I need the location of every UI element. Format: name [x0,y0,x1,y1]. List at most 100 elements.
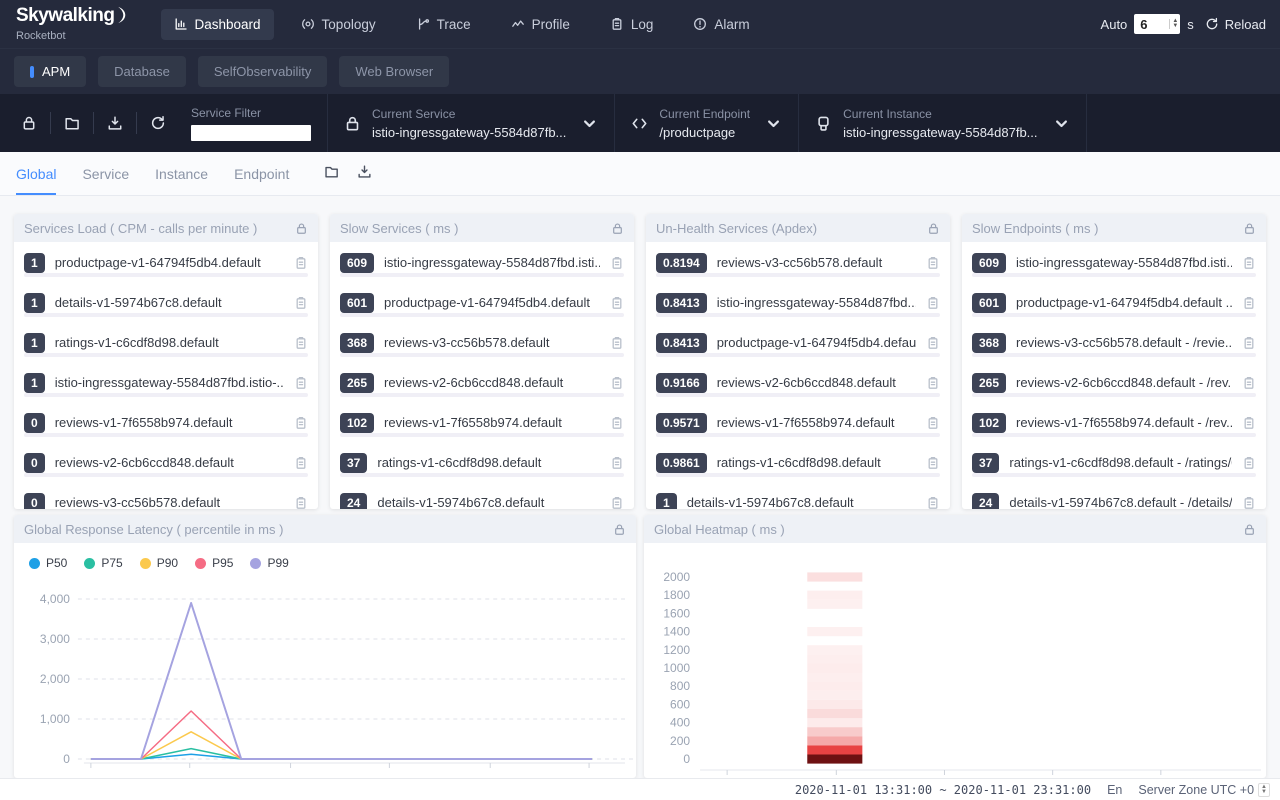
copy-icon[interactable] [294,296,308,310]
download-icon[interactable] [94,115,136,131]
list-item[interactable]: 609istio-ingressgateway-5584d87fbd.isti.… [340,242,624,282]
copy-icon[interactable] [926,296,940,310]
selector-current-endpoint[interactable]: Current Endpoint/productpage [615,107,798,140]
list-item[interactable]: 0reviews-v3-cc56b578.default [24,482,308,509]
legend-p75[interactable]: P75 [84,556,122,570]
list-item[interactable]: 0.9166reviews-v2-6cb6ccd848.default [656,362,940,402]
list-item[interactable]: 102reviews-v1-7f6558b974.default [340,402,624,442]
list-item[interactable]: 601productpage-v1-64794f5db4.default [340,282,624,322]
copy-icon[interactable] [610,296,624,310]
list-item[interactable]: 1istio-ingressgateway-5584d87fbd.istio-.… [24,362,308,402]
list-item[interactable]: 265reviews-v2-6cb6ccd848.default - /rev.… [972,362,1256,402]
nav-item-topology[interactable]: Topology [288,9,389,40]
copy-icon[interactable] [1242,416,1256,430]
list-item[interactable]: 0.8413productpage-v1-64794f5db4.default [656,322,940,362]
copy-icon[interactable] [294,496,308,510]
copy-icon[interactable] [1242,336,1256,350]
copy-icon[interactable] [1242,296,1256,310]
list-item[interactable]: 0.8413istio-ingressgateway-5584d87fbd...… [656,282,940,322]
list-item[interactable]: 601productpage-v1-64794f5db4.default ... [972,282,1256,322]
list-item[interactable]: 368reviews-v3-cc56b578.default - /revie.… [972,322,1256,362]
copy-icon[interactable] [610,496,624,510]
selector-current-instance[interactable]: Current Instanceistio-ingressgateway-558… [799,107,1085,140]
list-item[interactable]: 1productpage-v1-64794f5db4.default [24,242,308,282]
latency-line-chart[interactable]: 01,0002,0003,0004,000 [14,573,636,773]
copy-icon[interactable] [610,336,624,350]
tab-endpoint[interactable]: Endpoint [234,152,289,195]
list-item[interactable]: 368reviews-v3-cc56b578.default [340,322,624,362]
nav-item-dashboard[interactable]: Dashboard [161,9,274,40]
copy-icon[interactable] [294,376,308,390]
reload-button[interactable]: Reload [1205,17,1266,32]
module-tab-apm[interactable]: APM [14,56,86,87]
legend-p50[interactable]: P50 [29,556,67,570]
list-item[interactable]: 1ratings-v1-c6cdf8d98.default [24,322,308,362]
copy-icon[interactable] [294,416,308,430]
copy-icon[interactable] [610,456,624,470]
lock-icon[interactable] [611,222,624,235]
list-item[interactable]: 0reviews-v1-7f6558b974.default [24,402,308,442]
nav-item-log[interactable]: Log [597,9,667,40]
list-item[interactable]: 24details-v1-5974b67c8.default - /detail… [972,482,1256,509]
list-item[interactable]: 0.9861ratings-v1-c6cdf8d98.default [656,442,940,482]
copy-icon[interactable] [926,456,940,470]
copy-icon[interactable] [926,336,940,350]
server-zone-control[interactable]: Server Zone UTC +0 ▲▼ [1138,783,1270,797]
list-item[interactable]: 0.8194reviews-v3-cc56b578.default [656,242,940,282]
module-tab-selfobservability[interactable]: SelfObservability [198,56,328,87]
lock-icon[interactable] [927,222,940,235]
folder-icon[interactable] [51,115,93,131]
copy-icon[interactable] [926,376,940,390]
selector-current-service[interactable]: Current Serviceistio-ingressgateway-5584… [328,107,614,140]
copy-icon[interactable] [1242,496,1256,510]
module-tab-database[interactable]: Database [98,56,186,87]
legend-p95[interactable]: P95 [195,556,233,570]
copy-icon[interactable] [1242,256,1256,270]
copy-icon[interactable] [294,336,308,350]
lock-icon[interactable] [613,523,626,536]
refresh-icon[interactable] [137,115,179,131]
logo[interactable]: Skywalking Rocketbot [16,6,127,42]
copy-icon[interactable] [610,416,624,430]
copy-icon[interactable] [1242,456,1256,470]
service-filter-input[interactable] [191,125,311,141]
zone-stepper-icon[interactable]: ▲▼ [1258,783,1270,797]
copy-icon[interactable] [1242,376,1256,390]
copy-icon[interactable] [610,376,624,390]
legend-p90[interactable]: P90 [140,556,178,570]
copy-icon[interactable] [926,416,940,430]
nav-item-profile[interactable]: Profile [498,9,583,40]
list-item[interactable]: 24details-v1-5974b67c8.default [340,482,624,509]
auto-interval-input[interactable]: 6 ▲▼ [1134,14,1180,34]
time-range-picker[interactable]: 2020-11-01 13:31:00 ~ 2020-11-01 23:31:0… [795,783,1091,797]
tab-instance[interactable]: Instance [155,152,208,195]
list-item[interactable]: 265reviews-v2-6cb6ccd848.default [340,362,624,402]
nav-item-trace[interactable]: Trace [403,9,484,40]
download-icon[interactable] [348,164,381,184]
list-item[interactable]: 0reviews-v2-6cb6ccd848.default [24,442,308,482]
list-item[interactable]: 609istio-ingressgateway-5584d87fbd.isti.… [972,242,1256,282]
nav-item-alarm[interactable]: Alarm [680,9,762,40]
copy-icon[interactable] [926,256,940,270]
stepper-icon[interactable]: ▲▼ [1169,19,1180,29]
legend-p99[interactable]: P99 [250,556,288,570]
list-item[interactable]: 37ratings-v1-c6cdf8d98.default - /rating… [972,442,1256,482]
copy-icon[interactable] [294,456,308,470]
list-item[interactable]: 0.9571reviews-v1-7f6558b974.default [656,402,940,442]
copy-icon[interactable] [610,256,624,270]
lock-icon[interactable] [295,222,308,235]
tab-global[interactable]: Global [16,152,56,195]
list-item[interactable]: 1details-v1-5974b67c8.default [656,482,940,509]
copy-icon[interactable] [926,496,940,510]
language-switch[interactable]: En [1107,783,1122,797]
module-tab-web-browser[interactable]: Web Browser [339,56,449,87]
lock-icon[interactable] [1243,222,1256,235]
tab-service[interactable]: Service [82,152,129,195]
list-item[interactable]: 102reviews-v1-7f6558b974.default - /rev.… [972,402,1256,442]
list-item[interactable]: 1details-v1-5974b67c8.default [24,282,308,322]
lock-icon[interactable] [1243,523,1256,536]
lock-icon[interactable] [8,115,50,131]
heatmap-chart[interactable]: 0200400600800100012001400160018002000 [644,543,1266,778]
folder-icon[interactable] [315,164,348,184]
copy-icon[interactable] [294,256,308,270]
